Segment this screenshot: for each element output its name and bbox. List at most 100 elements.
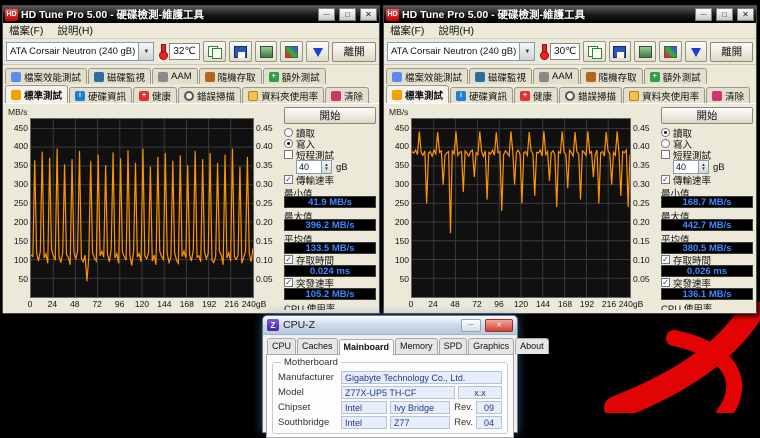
short-test-checkbox[interactable] <box>661 150 670 159</box>
spin-down-icon <box>324 167 328 172</box>
file-benchmark-icon <box>392 72 402 82</box>
tab-folder-usage[interactable]: 資料夾使用率 <box>242 87 324 103</box>
maximize-button[interactable] <box>716 8 733 21</box>
burst-rate-checkbox[interactable] <box>661 278 670 287</box>
start-button[interactable]: 開始 <box>284 107 376 124</box>
menu-file[interactable]: 檔案(F) <box>390 23 424 38</box>
health-icon <box>139 91 149 101</box>
tab-health[interactable]: 健康 <box>514 87 558 103</box>
short-test-checkbox[interactable] <box>284 150 293 159</box>
save-screenshot-button[interactable] <box>609 41 631 62</box>
start-button[interactable]: 開始 <box>661 107 753 124</box>
close-button[interactable] <box>737 8 754 21</box>
tab-graphics[interactable]: Graphics <box>468 338 514 354</box>
menu-file[interactable]: 檔案(F) <box>9 23 43 38</box>
arrow-down-icon <box>691 48 701 57</box>
write-radio[interactable] <box>284 139 293 148</box>
transfer-rate-checkbox[interactable] <box>661 175 670 184</box>
tab-memory[interactable]: Memory <box>395 338 438 354</box>
exit-button[interactable]: 離開 <box>332 42 376 62</box>
tab-benchmark[interactable]: 標準測試 <box>386 85 449 103</box>
exit-button[interactable]: 離開 <box>710 42 753 62</box>
minimize-button[interactable] <box>318 8 335 21</box>
minimize-button[interactable] <box>695 8 712 21</box>
access-time-row[interactable]: 存取時間 <box>661 254 753 265</box>
tab-benchmark[interactable]: 標準測試 <box>5 85 68 103</box>
save-screenshot-button[interactable] <box>229 41 252 62</box>
tab-erase[interactable]: 清除 <box>325 87 369 103</box>
transfer-rate-chart <box>31 119 253 297</box>
tab-aam[interactable]: AAM <box>152 68 198 84</box>
transfer-rate-row[interactable]: 傳輸速率 <box>661 174 753 185</box>
access-time-checkbox[interactable] <box>284 255 293 264</box>
read-radio[interactable] <box>284 128 293 137</box>
tab-extra-tests[interactable]: 額外測試 <box>263 68 326 84</box>
menu-help[interactable]: 說明(H) <box>438 23 474 38</box>
model-rev-value: x.x <box>458 386 502 399</box>
transfer-rate-row[interactable]: 傳輸速率 <box>284 174 376 185</box>
write-radio[interactable] <box>661 139 670 148</box>
minimize-button[interactable] <box>461 319 481 332</box>
access-time-row[interactable]: 存取時間 <box>284 254 376 265</box>
chevron-down-icon[interactable] <box>519 43 534 60</box>
short-test-row[interactable]: 短程測試 <box>661 149 753 160</box>
copy-screenshot-button[interactable] <box>203 41 226 62</box>
burst-rate-row[interactable]: 突發速率 <box>661 277 753 288</box>
tab-erase[interactable]: 清除 <box>706 87 750 103</box>
tab-disk-monitor[interactable]: 磁碟監視 <box>88 68 151 84</box>
drive-select[interactable]: ATA Corsair Neutron (240 gB) <box>6 42 154 61</box>
y-axis-tick: 300 <box>395 179 409 189</box>
tab-random-access[interactable]: 隨機存取 <box>199 68 262 84</box>
tab-disk-info[interactable]: 硬碟資訊 <box>69 87 132 103</box>
red-brush-graphic <box>558 302 760 413</box>
titlebar[interactable]: Z CPU-Z <box>263 316 517 335</box>
y-axis-tick: 150 <box>395 236 409 246</box>
tab-disk-monitor[interactable]: 磁碟監視 <box>469 68 532 84</box>
close-button[interactable] <box>360 8 377 21</box>
short-test-unit: gB <box>713 162 725 173</box>
max-label: 最大值 <box>284 209 376 219</box>
options-button[interactable] <box>280 41 303 62</box>
options-button[interactable] <box>659 41 681 62</box>
tab-extra-tests[interactable]: 額外測試 <box>644 68 707 84</box>
tab-file-benchmark[interactable]: 檔案效能測試 <box>386 68 468 84</box>
print-button[interactable] <box>634 41 656 62</box>
save-results-button[interactable] <box>306 41 329 62</box>
tab-cpu[interactable]: CPU <box>267 338 296 354</box>
print-button[interactable] <box>255 41 278 62</box>
titlebar[interactable]: HD HD Tune Pro 5.00 - 硬碟檢測-維護工具 <box>384 6 756 23</box>
close-button[interactable] <box>485 319 513 332</box>
y-axis-tick: 250 <box>14 198 28 208</box>
tab-disk-info[interactable]: 硬碟資訊 <box>450 87 513 103</box>
access-time-checkbox[interactable] <box>661 255 670 264</box>
tab-caches[interactable]: Caches <box>297 338 338 354</box>
tab-mainboard[interactable]: Mainboard <box>339 339 395 355</box>
tab-error-scan[interactable]: 錯誤掃描 <box>178 87 241 103</box>
drive-select-value: ATA Corsair Neutron (240 gB) <box>388 46 519 57</box>
copy-screenshot-button[interactable] <box>583 41 605 62</box>
maximize-button[interactable] <box>339 8 356 21</box>
tab-about[interactable]: About <box>515 338 549 354</box>
titlebar[interactable]: HD HD Tune Pro 5.00 - 硬碟檢測-維護工具 <box>3 6 379 23</box>
short-test-row[interactable]: 短程測試 <box>284 149 376 160</box>
tab-folder-usage[interactable]: 資料夾使用率 <box>623 87 705 103</box>
tab-file-benchmark[interactable]: 檔案效能測試 <box>5 68 87 84</box>
x-axis-tick: 0 <box>28 299 33 309</box>
menu-help[interactable]: 說明(H) <box>57 23 93 38</box>
burst-rate-row[interactable]: 突發速率 <box>284 277 376 288</box>
save-results-button[interactable] <box>685 41 707 62</box>
y-axis-tick: 0.35 <box>256 160 273 170</box>
transfer-rate-checkbox[interactable] <box>284 175 293 184</box>
burst-rate-checkbox[interactable] <box>284 278 293 287</box>
tab-random-access[interactable]: 隨機存取 <box>580 68 643 84</box>
chevron-down-icon[interactable] <box>138 43 153 60</box>
y-axis-tick: 250 <box>395 198 409 208</box>
x-axis-tick: 96 <box>115 299 124 309</box>
read-radio[interactable] <box>661 128 670 137</box>
cpuz-app-icon: Z <box>267 319 279 331</box>
tab-aam[interactable]: AAM <box>533 68 579 84</box>
tab-health[interactable]: 健康 <box>133 87 177 103</box>
tab-error-scan[interactable]: 錯誤掃描 <box>559 87 622 103</box>
tab-spd[interactable]: SPD <box>439 338 468 354</box>
drive-select[interactable]: ATA Corsair Neutron (240 gB) <box>387 42 535 61</box>
